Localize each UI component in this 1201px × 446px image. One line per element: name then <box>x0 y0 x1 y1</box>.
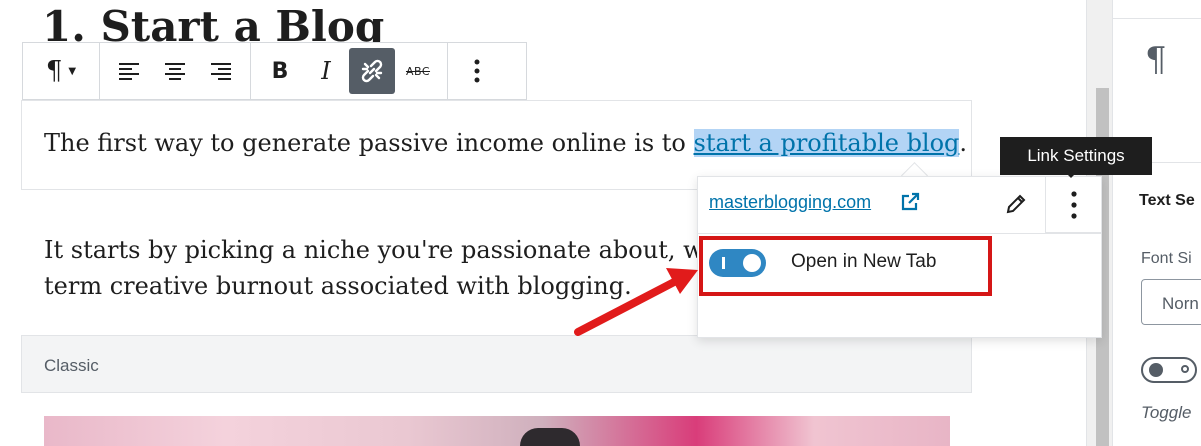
paragraph-block-switcher[interactable]: ¶ ▼ <box>29 48 93 94</box>
paragraph-2-line-2[interactable]: term creative burnout associated with bl… <box>44 272 632 300</box>
link-settings-tooltip: Link Settings <box>1000 137 1152 175</box>
image-detail <box>520 428 580 446</box>
font-size-select[interactable]: Norn <box>1141 279 1201 325</box>
sidebar-tabs[interactable] <box>1113 0 1201 19</box>
more-options-button[interactable] <box>454 48 500 94</box>
strikethrough-button[interactable]: ABC <box>395 48 441 94</box>
more-vertical-icon <box>1070 190 1077 219</box>
paragraph-1-end: . <box>959 129 968 157</box>
link-url[interactable]: masterblogging.com <box>709 192 871 213</box>
align-right-button[interactable] <box>198 48 244 94</box>
block-toolbar: ¶ ▼ B I ABC <box>22 42 527 100</box>
classic-block-header[interactable]: Classic <box>21 335 972 393</box>
bold-button[interactable]: B <box>257 48 303 94</box>
annotation-arrow-icon <box>574 268 698 336</box>
blog-image[interactable] <box>44 416 950 446</box>
tooltip-arrow <box>1064 171 1078 178</box>
classic-block-label: Classic <box>44 356 99 375</box>
text-settings-title[interactable]: Text Se <box>1139 192 1195 210</box>
font-size-label: Font Si <box>1141 250 1192 267</box>
drop-cap-toggle[interactable] <box>1141 357 1197 383</box>
align-right-icon <box>211 63 231 80</box>
link-icon <box>361 59 383 83</box>
font-size-select-value: Norn <box>1162 294 1199 313</box>
paragraph-1-text: The first way to generate passive income… <box>44 129 694 157</box>
annotation-highlight-box <box>699 236 992 296</box>
more-vertical-icon <box>474 59 480 83</box>
block-type-group: ¶ ▼ <box>23 43 100 99</box>
toggle-knob <box>1149 363 1163 377</box>
align-left-button[interactable] <box>106 48 152 94</box>
selected-link[interactable]: start a profitable blog <box>693 129 960 157</box>
align-left-icon <box>119 63 139 80</box>
paragraph-1[interactable]: The first way to generate passive income… <box>44 129 967 157</box>
paragraph-block-icon: ¶ <box>1145 40 1167 80</box>
settings-sidebar: ¶ Text Se Font Si Norn Toggle <box>1112 0 1201 446</box>
alignment-group <box>100 43 251 99</box>
popover-divider <box>697 233 1102 234</box>
more-group <box>448 43 506 99</box>
toggle-help-text: Toggle <box>1141 403 1192 422</box>
link-settings-button[interactable] <box>1045 176 1102 233</box>
toggle-off-indicator <box>1181 365 1189 373</box>
paragraph-icon: ¶ <box>45 56 63 86</box>
align-center-icon <box>165 63 185 80</box>
external-link-icon[interactable] <box>900 192 920 212</box>
italic-button[interactable]: I <box>303 48 349 94</box>
chevron-down-icon: ▼ <box>68 65 77 77</box>
format-group: B I ABC <box>251 43 448 99</box>
align-center-button[interactable] <box>152 48 198 94</box>
pencil-icon[interactable] <box>1004 192 1028 216</box>
link-button[interactable] <box>349 48 395 94</box>
